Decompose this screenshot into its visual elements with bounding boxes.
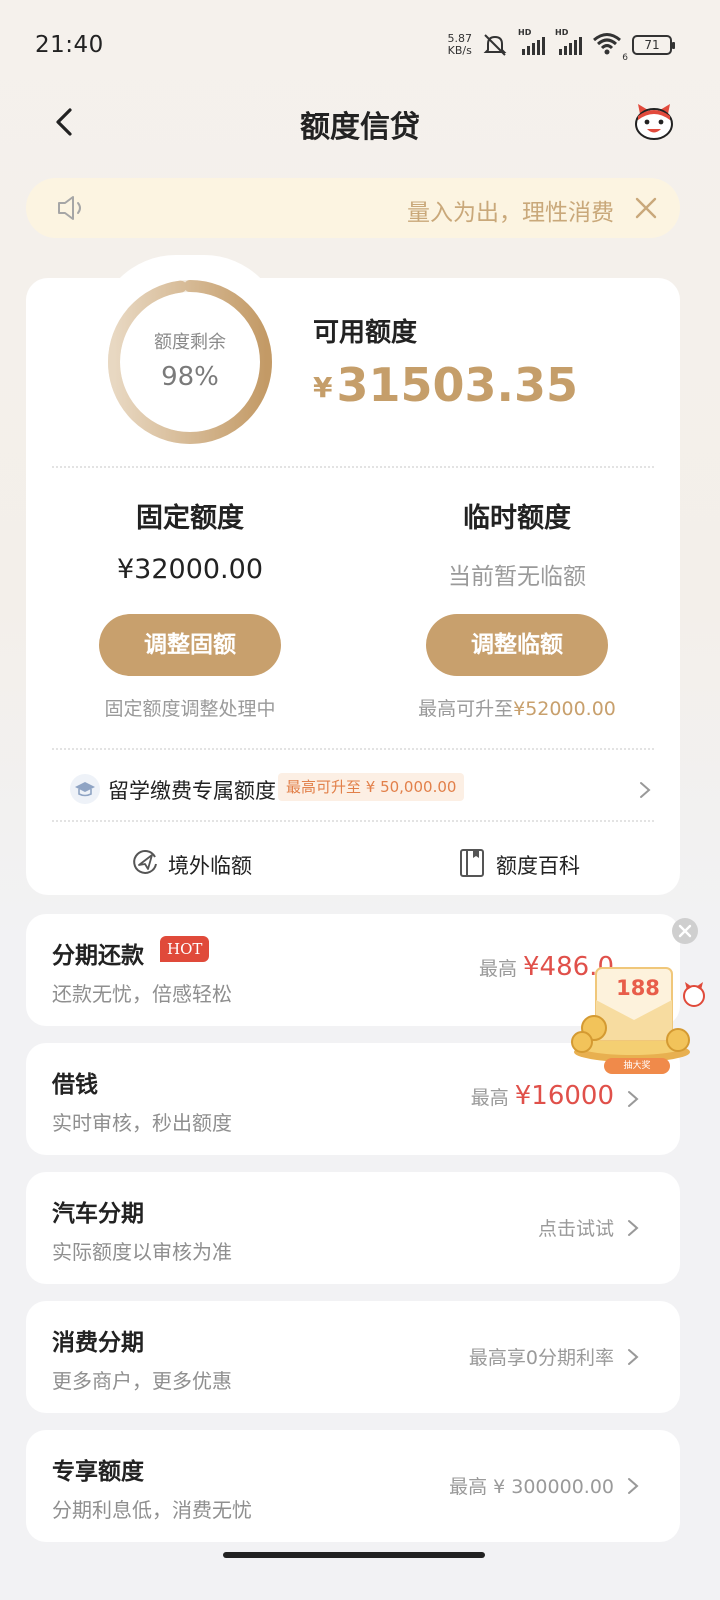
study-abroad-badge: 最高可升至 ¥ 50,000.00 [278, 773, 465, 801]
credit-card: 额度剩余 98% 可用额度 ¥31503.35 固定额度 ¥32000.00 调… [26, 278, 680, 895]
hot-badge: HOT [160, 936, 210, 962]
page-title: 额度信贷 [300, 110, 420, 145]
list-item-title: 专享额度 [52, 1459, 144, 1485]
study-abroad-credit-row[interactable]: 留学缴费专属额度 最高可升至 ¥ 50,000.00 [66, 770, 651, 810]
list-item-value: 最高享0分期利率 [468, 1347, 614, 1369]
credit-wiki-label: 额度百科 [496, 854, 580, 878]
status-bar: 21:40 5.87 KB/s HD HD 6 71 [0, 0, 720, 92]
graduation-cap-icon [70, 774, 100, 804]
bell-muted-icon [483, 34, 507, 56]
list-item-subtitle: 还款无忧，倍感轻松 [52, 982, 232, 1006]
lottery-button[interactable]: 抽大奖 [604, 1058, 670, 1074]
status-time: 21:40 [35, 32, 104, 58]
fixed-credit-title: 固定额度 [136, 503, 244, 534]
chevron-right-icon [628, 1220, 639, 1236]
adjust-temp-button[interactable]: 调整临额 [426, 614, 608, 676]
temp-credit-note: 最高可升至¥52000.00 [418, 698, 616, 720]
list-item-consumer-installment[interactable]: 消费分期 更多商户，更多优惠 最高享0分期利率 [26, 1301, 680, 1413]
fixed-credit-note: 固定额度调整处理中 [104, 698, 276, 720]
list-item-title: 借钱 [52, 1072, 98, 1098]
study-abroad-label: 留学缴费专属额度 [108, 779, 276, 803]
chevron-right-icon [628, 1091, 639, 1107]
signal-icon-2: HD [555, 28, 582, 55]
ring-percent: 98% [161, 362, 219, 392]
list-item-subtitle: 更多商户，更多优惠 [52, 1369, 232, 1393]
chevron-right-icon [640, 782, 651, 798]
battery-icon: 71 [632, 35, 675, 55]
floating-promo[interactable]: 188 抽大奖 [566, 918, 720, 1078]
fixed-credit-amount: ¥32000.00 [116, 554, 263, 585]
list-item-value: 最高 ¥ 300000.00 [449, 1476, 614, 1498]
ring-label: 额度剩余 [154, 332, 226, 353]
list-item-title: 消费分期 [52, 1330, 144, 1356]
close-icon[interactable] [672, 918, 698, 944]
currency-symbol: ¥ [313, 371, 333, 404]
book-icon [460, 849, 484, 877]
mascot-avatar-icon[interactable] [632, 100, 676, 144]
notice-banner: 量入为出，理性消费 [26, 178, 680, 238]
list-item-exclusive-credit[interactable]: 专享额度 分期利息低，消费无忧 最高 ¥ 300000.00 [26, 1430, 680, 1542]
divider [52, 820, 654, 822]
available-amount-value: 31503.35 [336, 358, 579, 412]
temp-credit-title: 临时额度 [463, 503, 571, 534]
list-item-title: 汽车分期 [52, 1201, 144, 1227]
list-item-subtitle: 实时审核，秒出额度 [52, 1111, 232, 1135]
status-icons: 5.87 KB/s HD HD 6 71 [447, 28, 675, 63]
chevron-right-icon [628, 1349, 639, 1365]
chevron-right-icon [628, 1478, 639, 1494]
list-item-value: 点击试试 [537, 1218, 614, 1240]
list-item-title: 分期还款 [52, 943, 144, 969]
signal-icon-1: HD [518, 28, 545, 55]
notice-text: 量入为出，理性消费 [407, 200, 614, 226]
overseas-temp-credit-link[interactable]: 境外临额 [130, 846, 260, 882]
red-envelope-icon [571, 967, 705, 1062]
top-nav: 额度信贷 [0, 92, 720, 152]
close-icon[interactable] [632, 194, 660, 222]
promo-number: 188 [616, 976, 660, 1000]
temp-credit-status: 当前暂无临额 [448, 564, 586, 590]
overseas-temp-credit-label: 境外临额 [168, 854, 252, 878]
speaker-icon [58, 196, 81, 220]
credit-wiki-link[interactable]: 额度百科 [458, 846, 588, 882]
list-item-subtitle: 分期利息低，消费无忧 [52, 1498, 252, 1522]
list-item-subtitle: 实际额度以审核为准 [52, 1240, 232, 1264]
home-indicator[interactable] [223, 1552, 485, 1558]
list-item-car-installment[interactable]: 汽车分期 实际额度以审核为准 点击试试 [26, 1172, 680, 1284]
available-credit-amount: ¥31503.35 [313, 358, 578, 412]
divider [52, 466, 654, 468]
adjust-fixed-button[interactable]: 调整固额 [99, 614, 281, 676]
network-speed: 5.87 KB/s [447, 32, 473, 57]
divider [52, 748, 654, 750]
overseas-plane-icon [133, 850, 157, 874]
wifi-icon: 6 [592, 31, 628, 63]
available-credit-title: 可用额度 [313, 318, 418, 348]
list-item-value: 最高 ¥16000 [470, 1081, 614, 1111]
